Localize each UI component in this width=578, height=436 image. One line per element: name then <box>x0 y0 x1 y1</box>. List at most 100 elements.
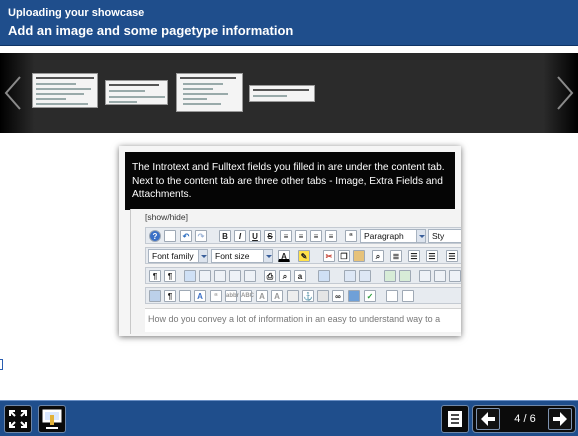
bold-icon[interactable]: B <box>219 230 231 242</box>
thumbnail-4[interactable] <box>249 85 315 102</box>
page-counter: 4 / 6 <box>514 413 536 425</box>
list-icon <box>448 411 462 427</box>
numbered-list-icon[interactable]: ☰ <box>408 250 420 262</box>
slide-screenshot: The Introtext and Fulltext fields you fi… <box>119 146 461 336</box>
insert-media-icon[interactable] <box>199 270 211 282</box>
header-bar: Uploading your showcase Add an image and… <box>0 0 578 46</box>
emoticon-icon[interactable]: A <box>271 290 283 302</box>
chevron-down-icon <box>198 250 207 262</box>
outdent-icon[interactable] <box>359 270 371 282</box>
style-select[interactable]: Sty <box>428 229 461 243</box>
search-icon[interactable]: ⌕ <box>279 270 291 282</box>
font-size-value: Font size <box>215 251 250 261</box>
insert-image-icon[interactable] <box>184 270 196 282</box>
chevron-down-icon <box>263 250 272 262</box>
link-chain-icon[interactable]: ∞ <box>332 290 344 302</box>
next-slide-button[interactable] <box>548 408 572 430</box>
print-icon[interactable]: ⎙ <box>264 270 276 282</box>
bullet-list-icon[interactable]: ☰ <box>426 250 438 262</box>
insert-link-icon[interactable] <box>318 270 330 282</box>
redo-icon[interactable]: ↷ <box>195 230 207 242</box>
styles-icon[interactable]: A <box>194 290 206 302</box>
thumbnail-filmstrip <box>0 53 578 133</box>
align-justify-icon[interactable]: ≣ <box>390 250 402 262</box>
editor-toolbar-row-2: Font family Font size A ✎ ✂ ❐ ⌕ ≣ ☰ ☰ ☰ <box>145 247 461 264</box>
text-color-icon[interactable]: A <box>278 250 290 262</box>
slide-caption: The Introtext and Fulltext fields you fi… <box>125 152 455 210</box>
spell-check-icon[interactable]: ✓ <box>364 290 376 302</box>
previous-slide-button[interactable] <box>476 408 500 430</box>
arrow-right-icon <box>553 412 567 426</box>
abbr-icon[interactable]: abbr <box>225 290 239 302</box>
underline-icon[interactable]: U <box>249 230 261 242</box>
ltr-icon[interactable]: ¶ <box>149 270 161 282</box>
undo-icon[interactable]: ↶ <box>180 230 192 242</box>
presentation-icon <box>42 409 62 429</box>
insert-anchor-icon[interactable]: ⚓ <box>302 290 314 302</box>
menu-button[interactable] <box>441 405 469 433</box>
show-blocks-icon[interactable]: ¶ <box>164 290 176 302</box>
acronym-icon[interactable]: ABC <box>240 290 254 302</box>
highlight-color-icon[interactable]: ✎ <box>298 250 310 262</box>
insert-picture-icon[interactable] <box>348 290 360 302</box>
help-icon[interactable]: ? <box>149 230 161 242</box>
presenter-button[interactable] <box>38 405 66 433</box>
preview-icon[interactable] <box>386 290 398 302</box>
player-footer: 4 / 6 <box>0 400 578 436</box>
arrow-left-icon <box>481 412 495 426</box>
filmstrip-prev-icon[interactable] <box>2 75 24 111</box>
editor-content-area[interactable]: How do you convey a lot of information i… <box>145 308 461 332</box>
font-size-select[interactable]: Font size <box>211 249 273 263</box>
fullscreen-button[interactable] <box>4 405 32 433</box>
insert-file-icon[interactable] <box>287 290 299 302</box>
chevron-down-icon <box>416 230 425 242</box>
find-replace-icon[interactable]: ⌕ <box>372 250 384 262</box>
template-icon[interactable] <box>179 290 191 302</box>
fullscreen-icon <box>9 410 27 428</box>
edit-html-icon[interactable] <box>244 270 256 282</box>
align-right-icon[interactable]: ≡ <box>310 230 322 242</box>
table-cell-icon[interactable] <box>419 270 431 282</box>
new-document-icon[interactable] <box>164 230 176 242</box>
align-left-icon[interactable]: ≡ <box>280 230 292 242</box>
font-family-value: Font family <box>152 251 194 261</box>
slide-navigation: 4 / 6 <box>472 405 576 433</box>
editor-toolbar-row-3: ¶ ¶ ⎙ ⌕ a <box>145 267 461 284</box>
slide-title: Add an image and some pagetype informati… <box>8 23 294 38</box>
blockquote-icon[interactable]: “ <box>345 230 357 242</box>
thumbnail-3[interactable] <box>176 73 243 112</box>
cite-icon[interactable]: “ <box>210 290 222 302</box>
cut-icon[interactable]: ✂ <box>323 250 335 262</box>
table-split-icon[interactable] <box>434 270 446 282</box>
fullscreen-editor-icon[interactable] <box>402 290 414 302</box>
insert-table-icon[interactable] <box>214 270 226 282</box>
table-merge-icon[interactable] <box>449 270 461 282</box>
editor-toolbar-row-4: ¶ A “ abbr ABC A A ⚓ ∞ ✓ <box>145 287 461 304</box>
indent-icon[interactable] <box>344 270 356 282</box>
list-style-icon[interactable]: ☰ <box>446 250 458 262</box>
copy-icon[interactable]: ❐ <box>338 250 350 262</box>
cleanup-icon[interactable] <box>229 270 241 282</box>
course-subtitle: Uploading your showcase <box>8 7 145 19</box>
visual-aid-icon[interactable] <box>149 290 161 302</box>
attribs-icon[interactable]: A <box>256 290 268 302</box>
thumbnail-2[interactable] <box>105 80 168 105</box>
strikethrough-icon[interactable]: S <box>264 230 276 242</box>
insert-date-icon[interactable] <box>317 290 329 302</box>
filmstrip-next-icon[interactable] <box>554 75 576 111</box>
rtl-icon[interactable]: ¶ <box>164 270 176 282</box>
thumbnail-1[interactable] <box>32 73 98 108</box>
table-col-icon[interactable] <box>399 270 411 282</box>
show-hide-link[interactable]: [show/hide] <box>145 212 188 222</box>
justify-icon[interactable]: ≡ <box>325 230 337 242</box>
paste-icon[interactable] <box>353 250 365 262</box>
align-center-icon[interactable]: ≡ <box>295 230 307 242</box>
table-row-icon[interactable] <box>384 270 396 282</box>
paragraph-format-select[interactable]: Paragraph <box>360 229 426 243</box>
spellcheck-icon[interactable]: a <box>294 270 306 282</box>
rich-text-editor: [show/hide] ? ↶ ↷ B I U S ≡ ≡ ≡ ≡ “ Para… <box>130 209 461 334</box>
edge-marker <box>0 359 3 370</box>
italic-icon[interactable]: I <box>234 230 246 242</box>
editor-toolbar-row-1: ? ↶ ↷ B I U S ≡ ≡ ≡ ≡ “ Paragraph Sty <box>145 227 461 244</box>
font-family-select[interactable]: Font family <box>148 249 208 263</box>
